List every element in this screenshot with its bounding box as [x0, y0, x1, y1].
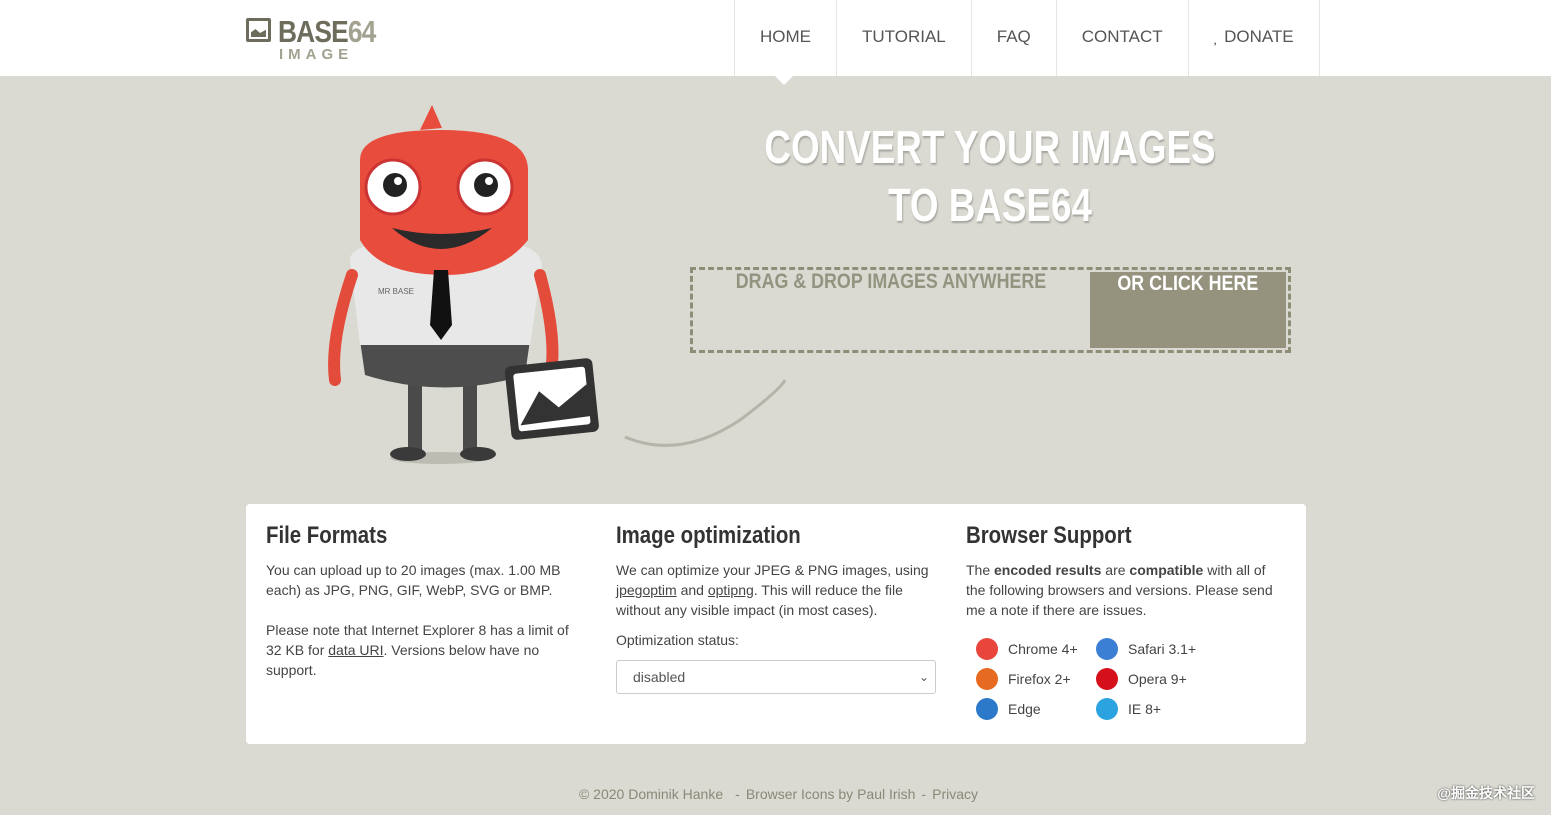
browser-support-text: The encoded results are compatible with … [966, 560, 1286, 620]
nav-tutorial[interactable]: TUTORIAL [837, 0, 972, 76]
footer-separator: - [921, 786, 927, 802]
nav-contact[interactable]: CONTACT [1057, 0, 1189, 76]
privacy-link[interactable]: Privacy [932, 786, 978, 802]
ie-note: Please note that Internet Explorer 8 has… [266, 620, 586, 680]
browser-name: Firefox 2+ [1008, 671, 1071, 687]
browser-list: Chrome 4+ Safari 3.1+ Firefox 2+ Opera 9+ Ed… [976, 638, 1286, 720]
file-formats-heading: File Formats [266, 522, 388, 549]
opt-text-b: and [676, 582, 708, 598]
nav-donate[interactable]:  DONATE [1189, 0, 1320, 76]
browser-name: IE 8+ [1128, 701, 1162, 717]
drop-zone[interactable]: DRAG & DROP IMAGES ANYWHERE OR CLICK HER… [690, 267, 1291, 353]
jpegoptim-link[interactable]: jpegoptim [616, 582, 677, 598]
browser-name: Opera 9+ [1128, 671, 1187, 687]
optimization-section: Image optimization We can optimize your … [616, 522, 936, 694]
ie-icon [1096, 698, 1118, 720]
footer-copyright: © 2020 Dominik Hanke [578, 786, 724, 802]
edge-icon [976, 698, 998, 720]
data-uri-link[interactable]: data URI [328, 642, 383, 658]
browser-support-heading: Browser Support [966, 522, 1132, 549]
browser-item: Firefox 2+ [976, 668, 1096, 690]
optimization-status-value: disabled [633, 669, 686, 685]
optimization-status-select[interactable]: disabled ⌄ [616, 660, 936, 694]
bs-text-b: are [1101, 562, 1130, 578]
hero-title-line2: TO BASE64 [888, 179, 1092, 231]
click-upload-label: OR CLICK HERE [1117, 272, 1259, 295]
mascot-shirt-text: MR BASE [378, 287, 414, 296]
logo-number: 64 [347, 14, 376, 49]
safari-icon [1096, 638, 1118, 660]
browser-item: Opera 9+ [1096, 668, 1216, 690]
active-nav-indicator [775, 76, 793, 85]
firefox-icon [976, 668, 998, 690]
browser-item: Edge [976, 698, 1096, 720]
watermark: @掘金技术社区 [1437, 785, 1535, 801]
browser-support-section: Browser Support The encoded results are … [966, 522, 1286, 720]
drop-zone-label: DRAG & DROP IMAGES ANYWHERE [735, 270, 1047, 293]
hero-title: CONVERT YOUR IMAGES TO BASE64 [750, 118, 1230, 234]
nav-faq[interactable]: FAQ [972, 0, 1057, 76]
browser-name: Safari 3.1+ [1128, 641, 1197, 657]
optipng-link[interactable]: optipng [708, 582, 754, 598]
chevron-down-icon: ⌄ [918, 670, 929, 684]
file-formats-text: You can upload up to 20 images (max. 1.0… [266, 562, 561, 598]
bs-bold-2: compatible [1129, 562, 1204, 578]
bs-bold-1: encoded results [994, 562, 1102, 578]
browser-item: Safari 3.1+ [1096, 638, 1216, 660]
browser-name: Edge [1008, 701, 1041, 717]
header: BASE64 IMAGE HOME TUTORIAL FAQ CONTACT … [0, 0, 1551, 76]
browser-item: Chrome 4+ [976, 638, 1096, 660]
logo-text: BASE [278, 14, 349, 49]
info-panel: File Formats You can upload up to 20 ima… [246, 504, 1306, 744]
main-nav: HOME TUTORIAL FAQ CONTACT  DONATE [734, 0, 1320, 76]
browser-item: IE 8+ [1096, 698, 1216, 720]
hero-title-line1: CONVERT YOUR IMAGES [764, 121, 1216, 173]
opera-icon [1096, 668, 1118, 690]
bs-text-a: The [966, 562, 995, 578]
image-icon [246, 18, 271, 42]
footer-separator: - [735, 786, 740, 802]
browser-name: Chrome 4+ [1008, 641, 1078, 657]
logo-subtitle: IMAGE [279, 46, 354, 63]
file-formats-section: File Formats You can upload up to 20 ima… [266, 522, 586, 700]
optimization-text: We can optimize your JPEG & PNG images, … [616, 560, 936, 620]
click-upload-button[interactable]: OR CLICK HERE [1090, 272, 1286, 348]
chrome-icon [976, 638, 998, 660]
browser-icons-credit-link[interactable]: Browser Icons by Paul Irish [746, 786, 916, 802]
footer: © 2020 Dominik Hanke - Browser Icons by Pa… [0, 786, 1551, 802]
optimization-heading: Image optimization [616, 522, 801, 549]
nav-home[interactable]: HOME [735, 0, 837, 76]
optimization-status-label: Optimization status: [616, 632, 739, 648]
opt-text-a: We can optimize your JPEG & PNG images, … [616, 562, 929, 578]
